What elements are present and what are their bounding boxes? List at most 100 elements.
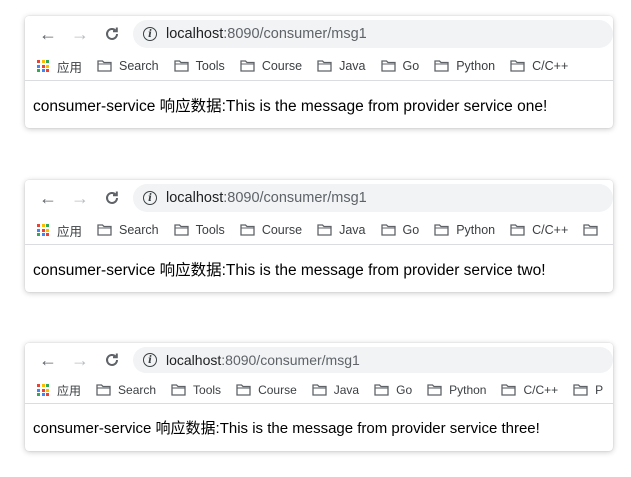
bookmark-search[interactable]: Search xyxy=(97,223,159,237)
address-bar[interactable]: i localhost:8090/consumer/msg1 xyxy=(133,184,613,212)
url-text: localhost:8090/consumer/msg1 xyxy=(166,352,360,368)
bookmark-overflow[interactable] xyxy=(583,224,605,236)
folder-icon xyxy=(573,384,588,396)
bookmark-label: C/C++ xyxy=(532,223,569,237)
bookmark-tools[interactable]: Tools xyxy=(173,59,225,73)
bookmark-cpp[interactable]: C/C++ xyxy=(510,223,568,237)
folder-icon xyxy=(240,224,255,236)
bookmark-tools[interactable]: Tools xyxy=(171,383,221,397)
url-text: localhost:8090/consumer/msg1 xyxy=(166,26,367,42)
bookmark-label: P xyxy=(595,383,604,397)
bookmark-go[interactable]: Go xyxy=(380,59,420,73)
address-bar[interactable]: i localhost:8090/consumer/msg1 xyxy=(133,20,613,48)
bookmark-java[interactable]: Java xyxy=(317,223,366,237)
bookmark-label: Course xyxy=(258,383,297,397)
reload-icon[interactable] xyxy=(101,23,123,45)
browser-window-1: ← → i localhost:8090/consumer/msg1 应用 Se… xyxy=(25,16,613,128)
response-message: consumer-service 响应数据:This is the messag… xyxy=(33,419,540,437)
bookmark-go[interactable]: Go xyxy=(380,223,419,237)
bookmark-label: Java xyxy=(339,223,366,237)
bookmarks-bar: 应用 Search Tools Course Java Go Python C/… xyxy=(25,377,613,404)
info-icon[interactable]: i xyxy=(143,27,157,41)
folder-icon xyxy=(97,224,112,236)
folder-icon xyxy=(380,60,396,72)
folder-icon xyxy=(501,384,517,396)
bookmark-course[interactable]: Course xyxy=(236,383,297,397)
arrow-left-icon[interactable]: ← xyxy=(37,23,59,45)
bookmark-apps[interactable]: 应用 xyxy=(37,382,81,399)
bookmark-label: Python xyxy=(456,59,496,73)
url-host: localhost xyxy=(166,26,224,42)
bookmark-label: Tools xyxy=(193,383,222,397)
bookmark-label: Go xyxy=(402,59,420,73)
folder-icon xyxy=(317,60,332,72)
folder-icon xyxy=(312,384,327,396)
folder-icon xyxy=(173,224,189,236)
response-message: consumer-service 响应数据:This is the messag… xyxy=(33,261,546,279)
folder-icon xyxy=(374,384,389,396)
bookmark-cpp[interactable]: C/C++ xyxy=(501,383,558,397)
bookmark-course[interactable]: Course xyxy=(240,59,302,73)
arrow-right-icon[interactable]: → xyxy=(69,349,91,371)
bookmark-label: Java xyxy=(339,59,366,73)
url-path: :8090/consumer/msg1 xyxy=(223,190,367,206)
bookmark-label: 应用 xyxy=(57,60,83,75)
folder-icon xyxy=(317,224,332,236)
bookmark-label: Tools xyxy=(195,59,225,73)
bookmark-label: Search xyxy=(119,59,159,73)
bookmark-python[interactable]: Python xyxy=(434,59,495,73)
bookmark-label: Tools xyxy=(195,223,225,237)
bookmark-cpp[interactable]: C/C++ xyxy=(510,59,568,73)
bookmark-tools[interactable]: Tools xyxy=(173,223,225,237)
bookmark-python[interactable]: Python xyxy=(434,223,495,237)
reload-icon[interactable] xyxy=(101,187,123,209)
bookmark-label: Course xyxy=(261,223,303,237)
bookmark-python-overflow[interactable]: P xyxy=(573,383,603,397)
url-text: localhost:8090/consumer/msg1 xyxy=(166,190,367,206)
url-host: localhost xyxy=(166,352,222,368)
folder-icon xyxy=(236,384,251,396)
bookmark-apps[interactable]: 应用 xyxy=(37,221,82,240)
page-content: consumer-service 响应数据:This is the messag… xyxy=(25,81,613,128)
bookmark-course[interactable]: Course xyxy=(240,223,302,237)
bookmark-java[interactable]: Java xyxy=(317,59,366,73)
arrow-right-icon[interactable]: → xyxy=(69,187,91,209)
bookmark-label: Python xyxy=(456,223,496,237)
bookmark-search[interactable]: Search xyxy=(97,59,159,73)
url-path: :8090/consumer/msg1 xyxy=(221,352,360,368)
address-bar[interactable]: i localhost:8090/consumer/msg1 xyxy=(133,347,613,373)
bookmark-label: Search xyxy=(118,383,157,397)
folder-icon xyxy=(97,60,112,72)
folder-icon xyxy=(434,224,449,236)
bookmark-apps[interactable]: 应用 xyxy=(37,57,82,76)
browser-window-3: ← → i localhost:8090/consumer/msg1 应用 Se… xyxy=(25,343,613,451)
folder-icon xyxy=(583,224,598,236)
bookmark-label: Search xyxy=(119,223,159,237)
bookmarks-bar: 应用 Search Tools Course Java Go Python C/… xyxy=(25,216,613,245)
browser-toolbar: ← → i localhost:8090/consumer/msg1 xyxy=(25,343,613,377)
info-icon[interactable]: i xyxy=(143,353,157,367)
arrow-right-icon[interactable]: → xyxy=(69,23,91,45)
bookmark-go[interactable]: Go xyxy=(374,383,412,397)
page-content: consumer-service 响应数据:This is the messag… xyxy=(25,404,613,450)
bookmarks-bar: 应用 Search Tools Course Java Go Python C/… xyxy=(25,52,613,81)
folder-icon xyxy=(171,384,186,396)
bookmark-python[interactable]: Python xyxy=(427,383,486,397)
apps-grid-icon xyxy=(37,224,49,236)
bookmark-java[interactable]: Java xyxy=(312,383,359,397)
browser-toolbar: ← → i localhost:8090/consumer/msg1 xyxy=(25,16,613,52)
bookmark-search[interactable]: Search xyxy=(96,383,156,397)
folder-icon xyxy=(96,384,111,396)
bookmark-label: Python xyxy=(449,383,487,397)
reload-icon[interactable] xyxy=(101,349,123,371)
arrow-left-icon[interactable]: ← xyxy=(37,187,59,209)
bookmark-label: C/C++ xyxy=(523,383,559,397)
bookmark-label: Java xyxy=(333,383,360,397)
folder-icon xyxy=(427,384,442,396)
arrow-left-icon[interactable]: ← xyxy=(37,349,59,371)
info-icon[interactable]: i xyxy=(143,191,157,205)
apps-grid-icon xyxy=(37,384,49,396)
bookmark-label: Go xyxy=(396,383,413,397)
response-message: consumer-service 响应数据:This is the messag… xyxy=(33,97,548,115)
bookmark-label: C/C++ xyxy=(532,59,569,73)
